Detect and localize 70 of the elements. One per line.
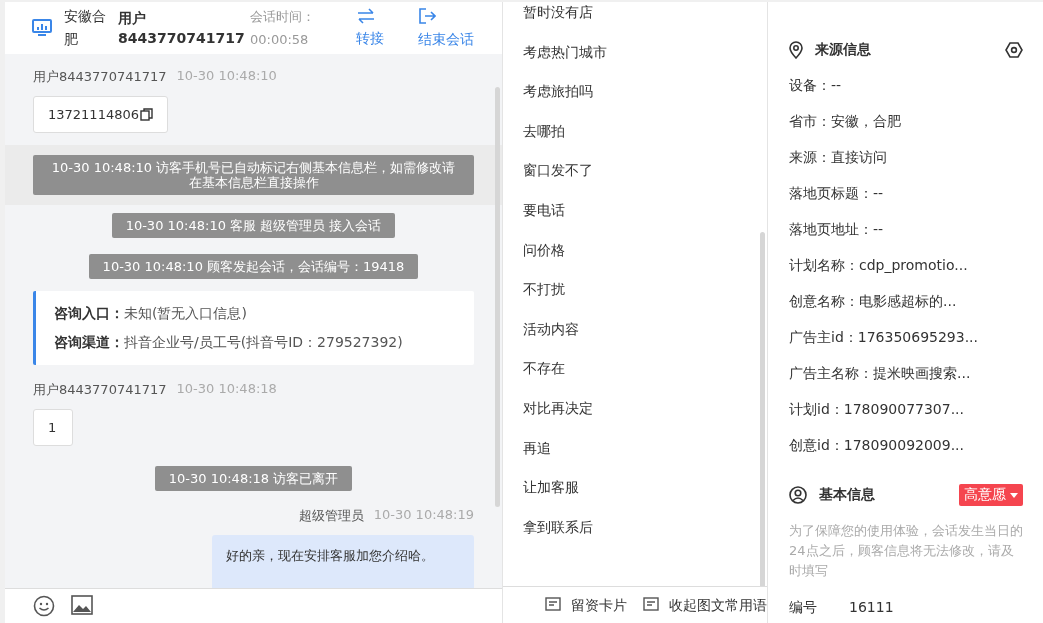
system-notice: 10-30 10:48:18 访客已离开 — [154, 466, 353, 491]
info-field: 创意id：178090092009... — [789, 435, 1023, 455]
quick-phrase[interactable]: 去哪拍 — [523, 120, 767, 163]
info-field: 落地页标题：-- — [789, 183, 1023, 203]
message-time: 10-30 10:48:10 — [176, 68, 277, 85]
quick-phrase[interactable]: 问价格 — [523, 239, 767, 282]
duration-value: 00:00:58 — [250, 31, 310, 49]
quick-phrase[interactable]: 考虑旅拍吗 — [523, 81, 767, 123]
info-field: 广告主id：176350695293... — [789, 327, 1023, 347]
emoji-icon[interactable] — [33, 595, 55, 617]
quick-phrase[interactable]: 拿到联系后 — [523, 516, 767, 559]
monitor-icon — [32, 19, 52, 37]
system-notice: 10-30 10:48:10 顾客发起会话，会话编号：19418 — [88, 254, 419, 279]
system-notice: 10-30 10:48:10 访客手机号已自动标记右侧基本信息栏，如需修改请在基本信息栏直接操作 — [33, 155, 474, 195]
visitor-location: 安徽合肥 — [64, 7, 107, 49]
duration-label: 会话时间： — [250, 8, 316, 26]
intent-tag-dropdown[interactable]: 高意愿 — [959, 484, 1023, 506]
document-icon — [643, 597, 659, 611]
quick-phrase[interactable]: 要电话 — [523, 199, 767, 242]
card-value: 抖音企业号/员工号(抖音号ID：279527392) — [124, 334, 403, 350]
lead-card-button[interactable]: 留资卡片 — [545, 597, 627, 615]
quick-phrase[interactable]: 不存在 — [523, 358, 767, 400]
message-bubble: 13721114806 — [33, 96, 168, 133]
section-title: 基本信息 — [819, 486, 875, 504]
notice-text: 为了保障您的使用体验，会话发生当日的24点之后，顾客信息将无法修改，请及时填写 — [789, 522, 1023, 580]
card-value: 未知(暂无入口信息) — [124, 305, 247, 321]
info-field: 设备：-- — [789, 75, 1023, 95]
info-field: 创意名称：电影感超标的... — [789, 291, 1023, 311]
info-field: 广告主名称：提米映画搜索... — [789, 363, 1023, 383]
quick-phrase[interactable]: 让加客服 — [523, 477, 767, 519]
system-notice: 10-30 10:48:10 客服 超级管理员 接入会话 — [111, 213, 396, 238]
sender-name: 用户8443770741717 — [33, 68, 167, 86]
field-value: 16111 — [849, 598, 894, 617]
info-field: 落地页地址：-- — [789, 219, 1023, 239]
info-field: 来源：直接访问 — [789, 147, 1023, 167]
field-label: 编号 — [789, 598, 817, 617]
message-bubble: 好的亲，现在安排客服加您介绍哈。 — [212, 535, 474, 588]
info-field: 计划名称：cdp_promotio... — [789, 255, 1023, 275]
quick-phrase[interactable]: 窗口发不了 — [523, 160, 767, 202]
caret-icon — [1010, 492, 1018, 498]
card-label: 咨询渠道： — [54, 334, 124, 350]
quick-phrase[interactable]: 不打扰 — [523, 279, 767, 321]
quick-phrase[interactable]: 暂时没有店 — [523, 2, 767, 44]
copy-icon[interactable] — [140, 108, 153, 121]
section-title: 来源信息 — [815, 41, 871, 59]
quick-phrase[interactable]: 对比再决定 — [523, 397, 767, 440]
document-icon — [545, 597, 561, 611]
quick-phrase[interactable]: 考虑热门城市 — [523, 41, 767, 84]
message-bubble: 1 — [33, 409, 73, 446]
location-pin-icon — [789, 41, 803, 59]
end-session-button[interactable]: 结束会话 — [418, 7, 474, 49]
collapse-phrases-button[interactable]: 收起图文常用语 — [643, 597, 767, 615]
card-label: 咨询入口： — [54, 305, 124, 321]
exit-icon — [418, 7, 436, 25]
scrollbar[interactable] — [760, 232, 765, 586]
transfer-button[interactable]: 转接 — [356, 8, 384, 48]
info-field: 省市：安徽，合肥 — [789, 111, 1023, 131]
sender-name: 用户8443770741717 — [33, 381, 167, 399]
settings-icon[interactable] — [1005, 42, 1023, 58]
message-time: 10-30 10:48:19 — [373, 507, 474, 524]
user-circle-icon — [789, 486, 807, 504]
scrollbar[interactable] — [495, 87, 500, 507]
visitor-name: 用户8443770741717 — [118, 9, 242, 48]
sender-name: 超级管理员 — [298, 507, 364, 525]
info-field: 计划id：178090077307... — [789, 399, 1023, 419]
quick-phrase[interactable]: 再追 — [523, 437, 767, 480]
image-icon[interactable] — [71, 595, 93, 615]
message-time: 10-30 10:48:18 — [176, 381, 277, 398]
quick-phrase[interactable]: 活动内容 — [523, 318, 767, 361]
swap-arrows-icon — [356, 8, 376, 24]
